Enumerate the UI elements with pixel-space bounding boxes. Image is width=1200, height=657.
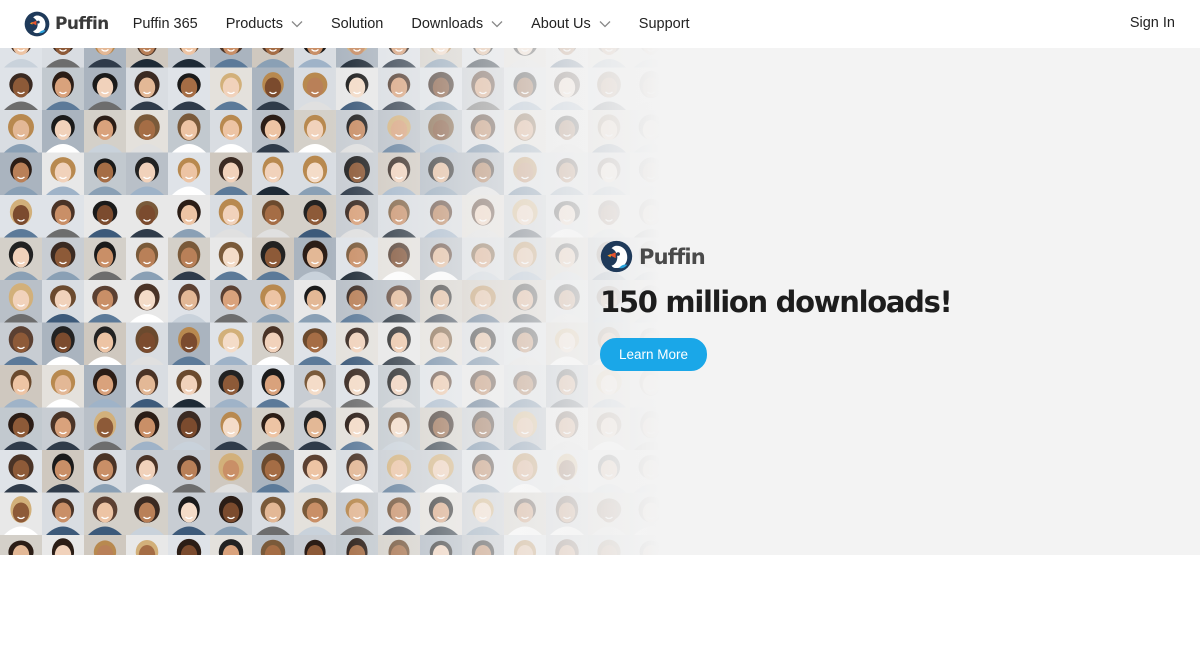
nav-item-label: Downloads: [411, 16, 484, 32]
nav-links: Puffin 365 Products Solution Downloads A…: [133, 16, 718, 32]
chevron-down-icon: [599, 21, 611, 28]
mosaic-fade-overlay: [0, 48, 660, 555]
brand-logo-link[interactable]: Puffin: [24, 11, 109, 37]
nav-item-products[interactable]: Products: [226, 16, 303, 32]
hero-banner: Puffin 150 million downloads! Learn More: [0, 48, 1200, 555]
puffin-logo-icon: [600, 240, 633, 273]
chevron-down-icon: [291, 21, 303, 28]
nav-item-label: About Us: [531, 16, 591, 32]
nav-item-label: Support: [638, 16, 690, 32]
learn-more-button[interactable]: Learn More: [600, 338, 708, 371]
hero-brand-name: Puffin: [639, 244, 706, 269]
nav-item-solution[interactable]: Solution: [331, 16, 383, 32]
nav-item-puffin-365[interactable]: Puffin 365: [133, 16, 198, 32]
top-nav: Puffin Puffin 365 Products Solution Down…: [0, 0, 1200, 48]
nav-item-label: Products: [225, 16, 283, 32]
puffin-logo-icon: [24, 11, 50, 37]
page-body-blank: [0, 555, 1200, 657]
sign-in-link[interactable]: Sign In: [1130, 15, 1175, 31]
nav-item-about-us[interactable]: About Us: [531, 16, 611, 32]
nav-item-label: Puffin 365: [132, 16, 198, 32]
hero-content: Puffin 150 million downloads! Learn More: [600, 240, 953, 371]
nav-item-downloads[interactable]: Downloads: [411, 16, 503, 32]
chevron-down-icon: [491, 21, 503, 28]
nav-item-label: Solution: [330, 16, 384, 32]
brand-name: Puffin: [55, 14, 109, 34]
nav-item-support[interactable]: Support: [639, 16, 690, 32]
hero-headline: 150 million downloads!: [600, 285, 953, 319]
hero-brand: Puffin: [600, 240, 951, 273]
